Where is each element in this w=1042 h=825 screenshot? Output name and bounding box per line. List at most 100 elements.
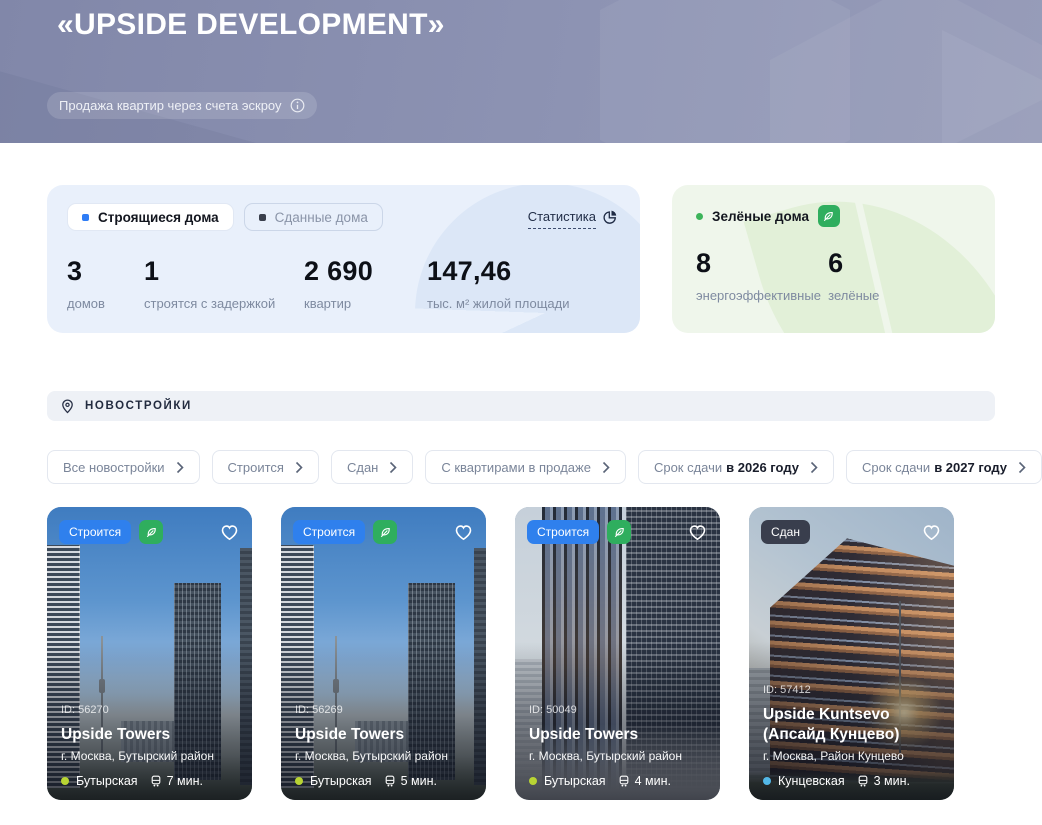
page-content: Строящиеся дома Сданные дома Статистика … bbox=[0, 185, 1042, 800]
metro-name: Кунцевская bbox=[778, 774, 845, 788]
tab-dot bbox=[82, 214, 89, 221]
tab-completed-houses[interactable]: Сданные дома bbox=[244, 203, 383, 231]
favorite-button[interactable] bbox=[453, 522, 474, 542]
metro-line-dot bbox=[763, 777, 771, 785]
card-id: ID: 50049 bbox=[529, 704, 710, 716]
stat-houses: 3 домов bbox=[67, 256, 144, 311]
green-panel-header: Зелёные дома bbox=[696, 205, 971, 227]
stat-value: 8 bbox=[696, 248, 828, 279]
statistics-link[interactable]: Статистика bbox=[528, 209, 618, 229]
filter-label: Срок сдачив 2027 году bbox=[862, 460, 1007, 475]
property-cards-row: Строится ID: 56270 Upside Towers г. Моск… bbox=[47, 507, 995, 800]
heart-icon bbox=[453, 522, 474, 542]
construction-stats: 3 домов 1 строятся с задержкой 2 690 ква… bbox=[67, 256, 620, 311]
status-badge: Строится bbox=[59, 520, 131, 544]
filter-under-construction[interactable]: Строится bbox=[212, 450, 319, 484]
card-info: ID: 50049 Upside Towers г. Москва, Бутыр… bbox=[529, 704, 710, 788]
metro-name: Бутырская bbox=[310, 774, 372, 788]
tab-label: Строящиеся дома bbox=[98, 210, 219, 225]
green-stats: 8 энергоэффективные 6 зелёные bbox=[696, 248, 971, 303]
filter-label: Строится bbox=[228, 460, 284, 475]
statistics-link-label: Статистика bbox=[528, 209, 596, 229]
chevron-right-icon bbox=[389, 461, 397, 474]
stat-value: 3 bbox=[67, 256, 144, 287]
stat-green: 6 зелёные bbox=[828, 248, 971, 303]
tab-dot bbox=[259, 214, 266, 221]
filter-apartments-on-sale[interactable]: С квартирами в продаже bbox=[425, 450, 626, 484]
chevron-right-icon bbox=[810, 461, 818, 474]
card-info: ID: 57412 Upside Kuntsevo (Апсайд Кунцев… bbox=[763, 684, 944, 788]
filter-label: Сдан bbox=[347, 460, 378, 475]
info-icon[interactable] bbox=[290, 98, 305, 113]
metro-row: Бутырская 4 мин. bbox=[529, 774, 710, 788]
card-id: ID: 56269 bbox=[295, 704, 476, 716]
heart-icon bbox=[921, 522, 942, 542]
stat-value: 6 bbox=[828, 248, 971, 279]
walk-time: 4 мин. bbox=[618, 774, 671, 788]
card-id: ID: 56270 bbox=[61, 704, 242, 716]
stat-apartments: 2 690 квартир bbox=[304, 256, 427, 311]
walk-minutes: 7 мин. bbox=[167, 774, 203, 788]
card-address: г. Москва, Бутырский район bbox=[61, 749, 242, 763]
stat-value: 1 bbox=[144, 256, 304, 287]
property-card[interactable]: Строится ID: 56270 Upside Towers г. Моск… bbox=[47, 507, 252, 800]
status-badge: Строится bbox=[293, 520, 365, 544]
chevron-right-icon bbox=[602, 461, 610, 474]
chevron-right-icon bbox=[1018, 461, 1026, 474]
metro-row: Кунцевская 3 мин. bbox=[763, 774, 944, 788]
stat-energy-efficient: 8 энергоэффективные bbox=[696, 248, 828, 303]
card-badges: Строится bbox=[527, 520, 708, 544]
card-info: ID: 56269 Upside Towers г. Москва, Бутыр… bbox=[295, 704, 476, 788]
stat-label: энергоэффективные bbox=[696, 288, 828, 303]
transit-icon bbox=[150, 775, 162, 787]
transit-icon bbox=[384, 775, 396, 787]
property-card[interactable]: Сдан ID: 57412 Upside Kuntsevo (Апсайд К… bbox=[749, 507, 954, 800]
card-address: г. Москва, Бутырский район bbox=[295, 749, 476, 763]
filter-completed[interactable]: Сдан bbox=[331, 450, 413, 484]
card-badges: Сдан bbox=[761, 520, 942, 544]
leaf-badge-icon bbox=[818, 205, 840, 227]
card-info: ID: 56270 Upside Towers г. Москва, Бутыр… bbox=[61, 704, 242, 788]
property-card[interactable]: Строится ID: 56269 Upside Towers г. Моск… bbox=[281, 507, 486, 800]
property-card[interactable]: Строится ID: 50049 Upside Towers г. Моск… bbox=[515, 507, 720, 800]
metro-name: Бутырская bbox=[76, 774, 138, 788]
favorite-button[interactable] bbox=[219, 522, 240, 542]
stat-label: квартир bbox=[304, 296, 427, 311]
section-title: НОВОСТРОЙКИ bbox=[85, 400, 192, 412]
green-houses-panel: Зелёные дома 8 энергоэффективные 6 зелён… bbox=[672, 185, 995, 333]
metro-line-dot bbox=[295, 777, 303, 785]
green-panel-title: Зелёные дома bbox=[712, 209, 809, 224]
walk-time: 7 мин. bbox=[150, 774, 203, 788]
escrow-badge[interactable]: Продажа квартир через счета эскроу bbox=[47, 92, 317, 119]
walk-minutes: 5 мин. bbox=[401, 774, 437, 788]
construction-stats-panel: Строящиеся дома Сданные дома Статистика … bbox=[47, 185, 640, 333]
status-badge: Сдан bbox=[761, 520, 810, 544]
stat-label: строятся с задержкой bbox=[144, 296, 304, 311]
filter-bar: Все новостройки Строится Сдан С квартира… bbox=[47, 450, 995, 484]
green-house-badge bbox=[607, 520, 631, 544]
tab-building-houses[interactable]: Строящиеся дома bbox=[67, 203, 234, 231]
stat-label: домов bbox=[67, 296, 144, 311]
card-title: Upside Towers bbox=[529, 725, 710, 745]
pie-chart-icon bbox=[602, 209, 618, 225]
stat-delayed: 1 строятся с задержкой bbox=[144, 256, 304, 311]
filter-label: Срок сдачив 2026 году bbox=[654, 460, 799, 475]
green-house-badge bbox=[373, 520, 397, 544]
newbuildings-section-header: НОВОСТРОЙКИ bbox=[47, 391, 995, 421]
stat-living-area: 147,46 тыс. м² жилой площади bbox=[427, 256, 569, 311]
tab-label: Сданные дома bbox=[275, 210, 368, 225]
card-title: Upside Kuntsevo (Апсайд Кунцево) bbox=[763, 705, 944, 745]
chevron-right-icon bbox=[176, 461, 184, 474]
card-address: г. Москва, Бутырский район bbox=[529, 749, 710, 763]
filter-all-newbuildings[interactable]: Все новостройки bbox=[47, 450, 200, 484]
favorite-button[interactable] bbox=[687, 522, 708, 542]
green-dot bbox=[696, 213, 703, 220]
stat-value: 2 690 bbox=[304, 256, 427, 287]
stats-row: Строящиеся дома Сданные дома Статистика … bbox=[47, 185, 995, 333]
favorite-button[interactable] bbox=[921, 522, 942, 542]
filter-deadline-2027[interactable]: Срок сдачив 2027 году bbox=[846, 450, 1042, 484]
metro-line-dot bbox=[529, 777, 537, 785]
filter-deadline-2026[interactable]: Срок сдачив 2026 году bbox=[638, 450, 834, 484]
filter-label: Все новостройки bbox=[63, 460, 165, 475]
escrow-badge-label: Продажа квартир через счета эскроу bbox=[59, 98, 282, 113]
